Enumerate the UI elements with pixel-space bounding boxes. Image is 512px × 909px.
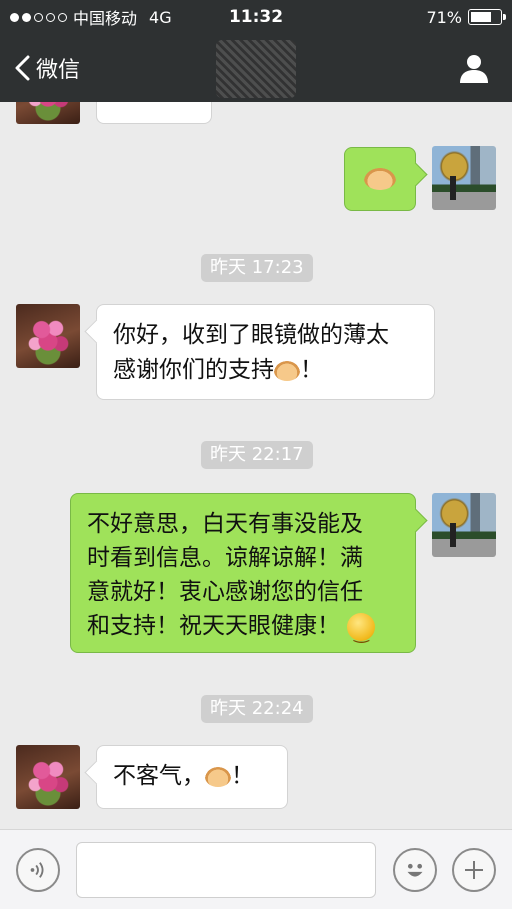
status-bar: 中国移动 4G 11:32 71% [0,0,512,34]
plus-icon [465,861,483,879]
message-text: 不客气， [113,763,205,789]
message-bubble-sent[interactable] [344,147,416,211]
back-button[interactable]: 微信 [0,52,80,84]
message-input[interactable] [76,842,376,898]
smiley-icon [407,863,423,877]
signal-dot [22,12,31,22]
input-bar [0,829,512,909]
handshake-emoji-icon [364,168,396,190]
signal-strength [10,12,67,22]
smile-emoji-icon [347,612,376,651]
message-text: ！ [231,763,254,789]
message-text: 和支持！祝天天眼健康！ [87,613,340,639]
signal-dot [58,12,67,22]
pray-emoji-icon [205,766,231,787]
voice-icon [30,862,44,878]
contact-avatar[interactable] [16,745,80,809]
person-icon [460,55,488,83]
emoji-button[interactable] [393,848,437,892]
message-text: 不好意思，白天有事没能及 [87,511,363,537]
my-avatar[interactable] [432,146,496,210]
nav-bar: 微信 [0,34,512,102]
message-text: 意就好！衷心感谢您的信任 [87,579,363,605]
network-type: 4G [149,7,172,27]
message-text: 感谢你们的支持 [113,357,274,383]
contact-avatar[interactable] [16,102,80,124]
message-text: 你好，收到了眼镜做的薄太 [113,322,389,348]
my-avatar[interactable] [432,493,496,557]
signal-dot [34,12,43,22]
chat-area[interactable]: 昨天 17:23 你好，收到了眼镜做的薄太 感谢你们的支持！ 昨天 22:17 … [0,102,512,829]
chevron-left-icon [15,55,30,81]
voice-button[interactable] [16,848,60,892]
signal-dot [10,12,19,22]
signal-dot [46,12,55,22]
message-text: 时看到信息。谅解谅解！满 [87,545,363,571]
contact-avatar[interactable] [16,304,80,368]
message-bubble-sent[interactable]: 不好意思，白天有事没能及 时看到信息。谅解谅解！满 意就好！衷心感谢您的信任 和… [70,493,416,653]
back-label: 微信 [36,58,81,83]
redacted-contact-name [216,40,296,98]
message-text: ！ [300,357,323,383]
more-button[interactable] [452,848,496,892]
pray-emoji-icon [274,360,300,381]
message-bubble-received[interactable] [96,102,212,124]
battery-icon [468,9,506,25]
contact-info-button[interactable] [458,52,490,84]
message-bubble-received[interactable]: 你好，收到了眼镜做的薄太 感谢你们的支持 ！ [96,304,435,400]
timestamp: 昨天 22:17 [201,441,313,469]
message-bubble-received[interactable]: 不客气， ！ [96,745,288,809]
timestamp: 昨天 17:23 [201,254,313,282]
timestamp: 昨天 22:24 [201,695,313,723]
carrier-name: 中国移动 [73,9,138,28]
battery-percent: 71% [426,7,462,27]
